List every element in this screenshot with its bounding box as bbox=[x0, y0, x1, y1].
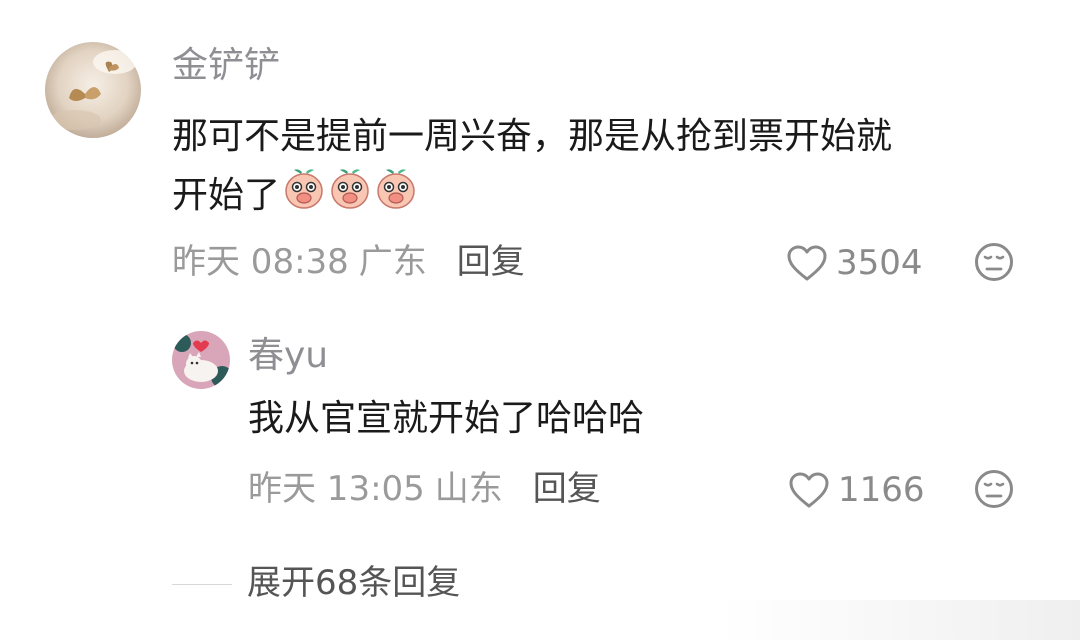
bottom-fade bbox=[720, 600, 1080, 640]
like-button[interactable]: 1166 bbox=[788, 471, 925, 509]
location: 山东 bbox=[434, 469, 503, 509]
reply-button[interactable]: 回复 bbox=[533, 472, 601, 506]
unhappy-face-icon bbox=[975, 470, 1013, 508]
like-count: 1166 bbox=[838, 470, 925, 510]
avatar[interactable] bbox=[172, 331, 230, 389]
comment-text-line: 开始了 bbox=[172, 166, 1032, 228]
timestamp: 昨天 13:05 bbox=[248, 469, 425, 509]
comment-text: 我从官宣就开始了哈哈哈 bbox=[248, 398, 645, 439]
location: 广东 bbox=[358, 242, 427, 282]
avatar[interactable] bbox=[45, 42, 141, 138]
divider bbox=[172, 584, 232, 585]
dislike-button[interactable] bbox=[974, 242, 1014, 286]
comment-text: 那可不是提前一周兴奋，那是从抢到票开始就 开始了 bbox=[172, 108, 1032, 228]
reply-button[interactable]: 回复 bbox=[457, 245, 525, 279]
unhappy-face-icon bbox=[975, 243, 1013, 281]
like-count: 3504 bbox=[836, 243, 923, 283]
comment-text-fragment: 开始了 bbox=[172, 175, 281, 216]
comment-meta: 昨天 13:05 山东 回复 bbox=[248, 472, 601, 506]
username[interactable]: 金铲铲 bbox=[172, 48, 280, 84]
peach-emoji-icon bbox=[328, 166, 372, 228]
like-button[interactable]: 3504 bbox=[786, 244, 923, 282]
peach-emoji-icon bbox=[282, 166, 326, 228]
username[interactable]: 春yu bbox=[248, 338, 328, 374]
heart-outline-icon bbox=[787, 245, 827, 281]
comment-section: 金铲铲 那可不是提前一周兴奋，那是从抢到票开始就 开始了 昨天 08:38 广东… bbox=[0, 0, 1080, 640]
dislike-button[interactable] bbox=[974, 469, 1014, 513]
comment-meta: 昨天 08:38 广东 回复 bbox=[172, 245, 525, 279]
comment-text-line: 那可不是提前一周兴奋，那是从抢到票开始就 bbox=[172, 116, 893, 157]
peach-emoji-icon bbox=[374, 166, 418, 228]
timestamp: 昨天 08:38 bbox=[172, 242, 349, 282]
expand-replies-button[interactable]: 展开68条回复 bbox=[247, 566, 460, 600]
heart-outline-icon bbox=[789, 472, 829, 508]
